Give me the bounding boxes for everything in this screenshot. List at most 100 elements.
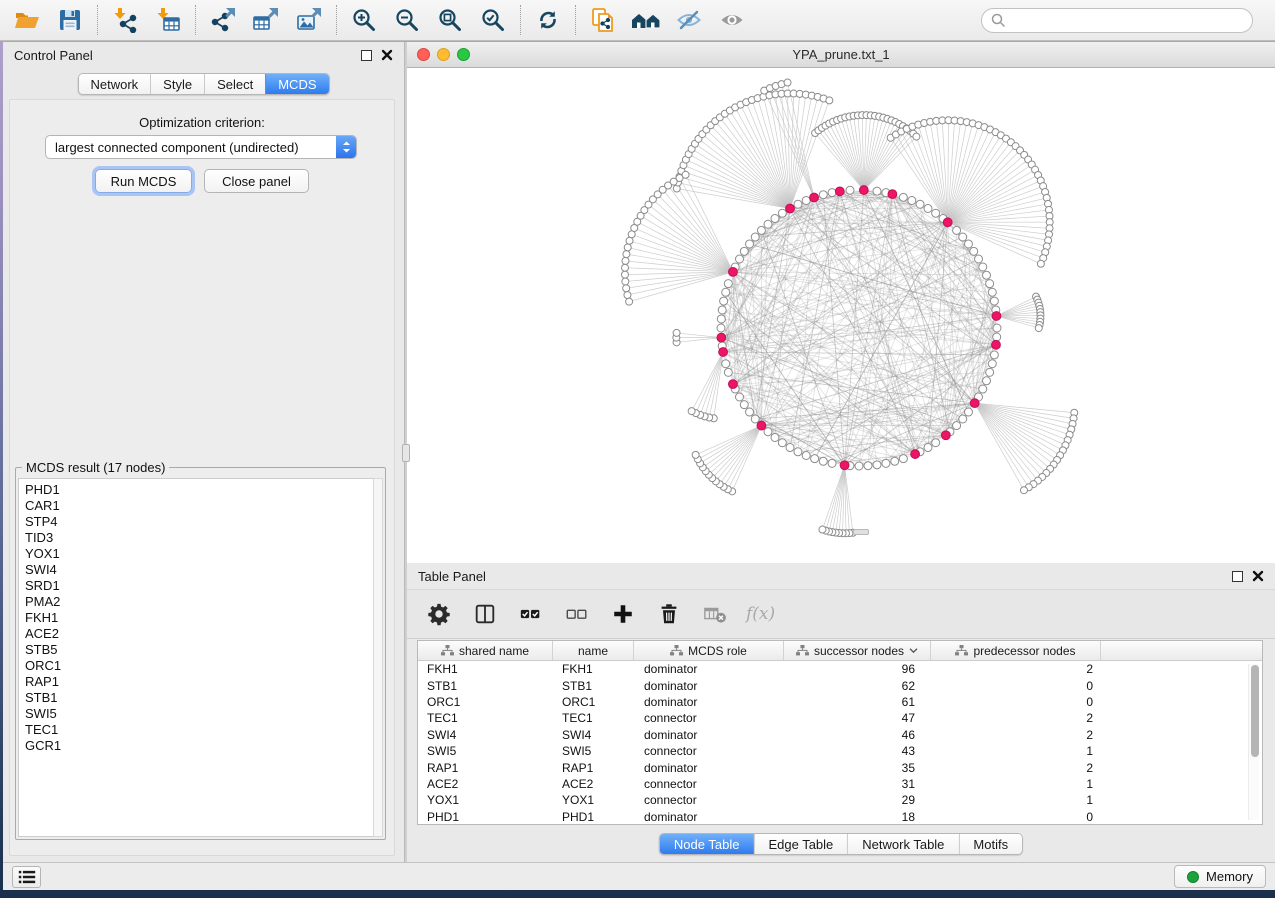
- table-row[interactable]: TEC1TEC1connector472: [418, 710, 1262, 726]
- network-window-titlebar[interactable]: YPA_prune.txt_1: [407, 42, 1275, 68]
- graph-dominator-node[interactable]: [970, 399, 979, 408]
- graph-node[interactable]: [953, 422, 961, 430]
- zoom-out-icon[interactable]: [392, 6, 422, 34]
- table-cell[interactable]: RAP1: [553, 761, 634, 775]
- graph-node[interactable]: [740, 247, 748, 255]
- graph-node[interactable]: [764, 220, 772, 228]
- graph-node[interactable]: [720, 297, 728, 305]
- table-cell[interactable]: connector: [634, 793, 784, 807]
- table-row[interactable]: RAP1RAP1dominator352: [418, 759, 1262, 775]
- network-canvas[interactable]: [407, 68, 1275, 562]
- graph-node[interactable]: [802, 197, 810, 205]
- close-panel-button[interactable]: Close panel: [204, 169, 309, 193]
- table-cell[interactable]: dominator: [634, 679, 784, 693]
- graph-dominator-node[interactable]: [757, 421, 766, 430]
- table-cell[interactable]: PHD1: [553, 810, 634, 824]
- graph-node[interactable]: [724, 280, 732, 288]
- graph-leaf-node[interactable]: [1035, 325, 1042, 332]
- select-all-rows-icon[interactable]: [516, 600, 546, 628]
- table-cell[interactable]: YOX1: [553, 793, 634, 807]
- table-cell[interactable]: 0: [931, 695, 1101, 709]
- table-cell[interactable]: RAP1: [418, 761, 553, 775]
- memory-button[interactable]: Memory: [1174, 865, 1266, 888]
- table-row[interactable]: ACE2ACE2connector311: [418, 776, 1262, 792]
- graph-node[interactable]: [740, 401, 748, 409]
- graph-leaf-node[interactable]: [784, 79, 791, 86]
- graph-leaf-node[interactable]: [626, 237, 633, 244]
- table-cell[interactable]: 2: [931, 728, 1101, 742]
- graph-leaf-node[interactable]: [622, 257, 629, 264]
- import-table-icon[interactable]: [153, 6, 183, 34]
- graph-node[interactable]: [988, 288, 996, 296]
- graph-node[interactable]: [746, 240, 754, 248]
- table-scrollbar[interactable]: [1248, 664, 1259, 820]
- graph-node[interactable]: [828, 459, 836, 467]
- table-cell[interactable]: FKH1: [418, 662, 553, 676]
- zoom-selected-region-icon[interactable]: [478, 6, 508, 34]
- search-input[interactable]: [1011, 13, 1243, 28]
- table-cell[interactable]: 96: [784, 662, 931, 676]
- mcds-result-item[interactable]: FKH1: [25, 610, 370, 626]
- mcds-result-item[interactable]: PHD1: [25, 482, 370, 498]
- graph-dominator-node[interactable]: [992, 312, 1001, 321]
- table-cell[interactable]: 0: [931, 810, 1101, 824]
- graph-node[interactable]: [786, 444, 794, 452]
- table-cell[interactable]: 46: [784, 728, 931, 742]
- graph-leaf-node[interactable]: [688, 408, 695, 415]
- mcds-result-item[interactable]: CAR1: [25, 498, 370, 514]
- table-cell[interactable]: dominator: [634, 761, 784, 775]
- table-cell[interactable]: 18: [784, 810, 931, 824]
- graph-leaf-node[interactable]: [682, 171, 689, 178]
- tab-motifs[interactable]: Motifs: [958, 834, 1022, 854]
- graph-leaf-node[interactable]: [819, 526, 826, 533]
- table-row[interactable]: SWI5SWI5connector431: [418, 743, 1262, 759]
- duplicate-network-icon[interactable]: [588, 6, 618, 34]
- graph-node[interactable]: [771, 433, 779, 441]
- delete-column-icon[interactable]: [654, 600, 684, 628]
- graph-node[interactable]: [959, 415, 967, 423]
- graph-node[interactable]: [993, 333, 1001, 341]
- graph-node[interactable]: [988, 360, 996, 368]
- delete-table-icon[interactable]: [700, 600, 730, 628]
- graph-node[interactable]: [953, 226, 961, 234]
- graph-node[interactable]: [735, 255, 743, 263]
- graph-node[interactable]: [717, 315, 725, 323]
- graph-node[interactable]: [873, 187, 881, 195]
- graph-node[interactable]: [764, 428, 772, 436]
- graph-node[interactable]: [916, 200, 924, 208]
- graph-node[interactable]: [722, 360, 730, 368]
- table-cell[interactable]: 2: [931, 662, 1101, 676]
- table-cell[interactable]: 47: [784, 711, 931, 725]
- float-panel-icon[interactable]: [361, 50, 372, 61]
- table-cell[interactable]: 43: [784, 744, 931, 758]
- graph-leaf-node[interactable]: [624, 291, 631, 298]
- table-cell[interactable]: 0: [931, 679, 1101, 693]
- table-cell[interactable]: dominator: [634, 695, 784, 709]
- tab-network[interactable]: Network: [78, 74, 150, 94]
- table-cell[interactable]: TEC1: [418, 711, 553, 725]
- graph-node[interactable]: [751, 415, 759, 423]
- table-cell[interactable]: 1: [931, 777, 1101, 791]
- table-cell[interactable]: SWI5: [553, 744, 634, 758]
- table-row[interactable]: STB1STB1dominator620: [418, 677, 1262, 693]
- table-cell[interactable]: ACE2: [418, 777, 553, 791]
- tab-select[interactable]: Select: [204, 74, 265, 94]
- table-row[interactable]: ORC1ORC1dominator610: [418, 694, 1262, 710]
- graph-leaf-node[interactable]: [1020, 487, 1027, 494]
- mcds-result-item[interactable]: SRD1: [25, 578, 370, 594]
- tab-edge-table[interactable]: Edge Table: [753, 834, 847, 854]
- graph-node[interactable]: [908, 197, 916, 205]
- table-cell[interactable]: TEC1: [553, 711, 634, 725]
- mcds-result-item[interactable]: STB1: [25, 690, 370, 706]
- graph-node[interactable]: [982, 271, 990, 279]
- graph-node[interactable]: [751, 233, 759, 241]
- graph-node[interactable]: [979, 263, 987, 271]
- export-table-icon[interactable]: [251, 6, 281, 34]
- save-session-icon[interactable]: [55, 6, 85, 34]
- apply-layout-refresh-icon[interactable]: [533, 6, 563, 34]
- graph-node[interactable]: [970, 247, 978, 255]
- graph-node[interactable]: [794, 448, 802, 456]
- graph-leaf-node[interactable]: [673, 329, 680, 336]
- graph-node[interactable]: [828, 189, 836, 197]
- graph-node[interactable]: [819, 457, 827, 465]
